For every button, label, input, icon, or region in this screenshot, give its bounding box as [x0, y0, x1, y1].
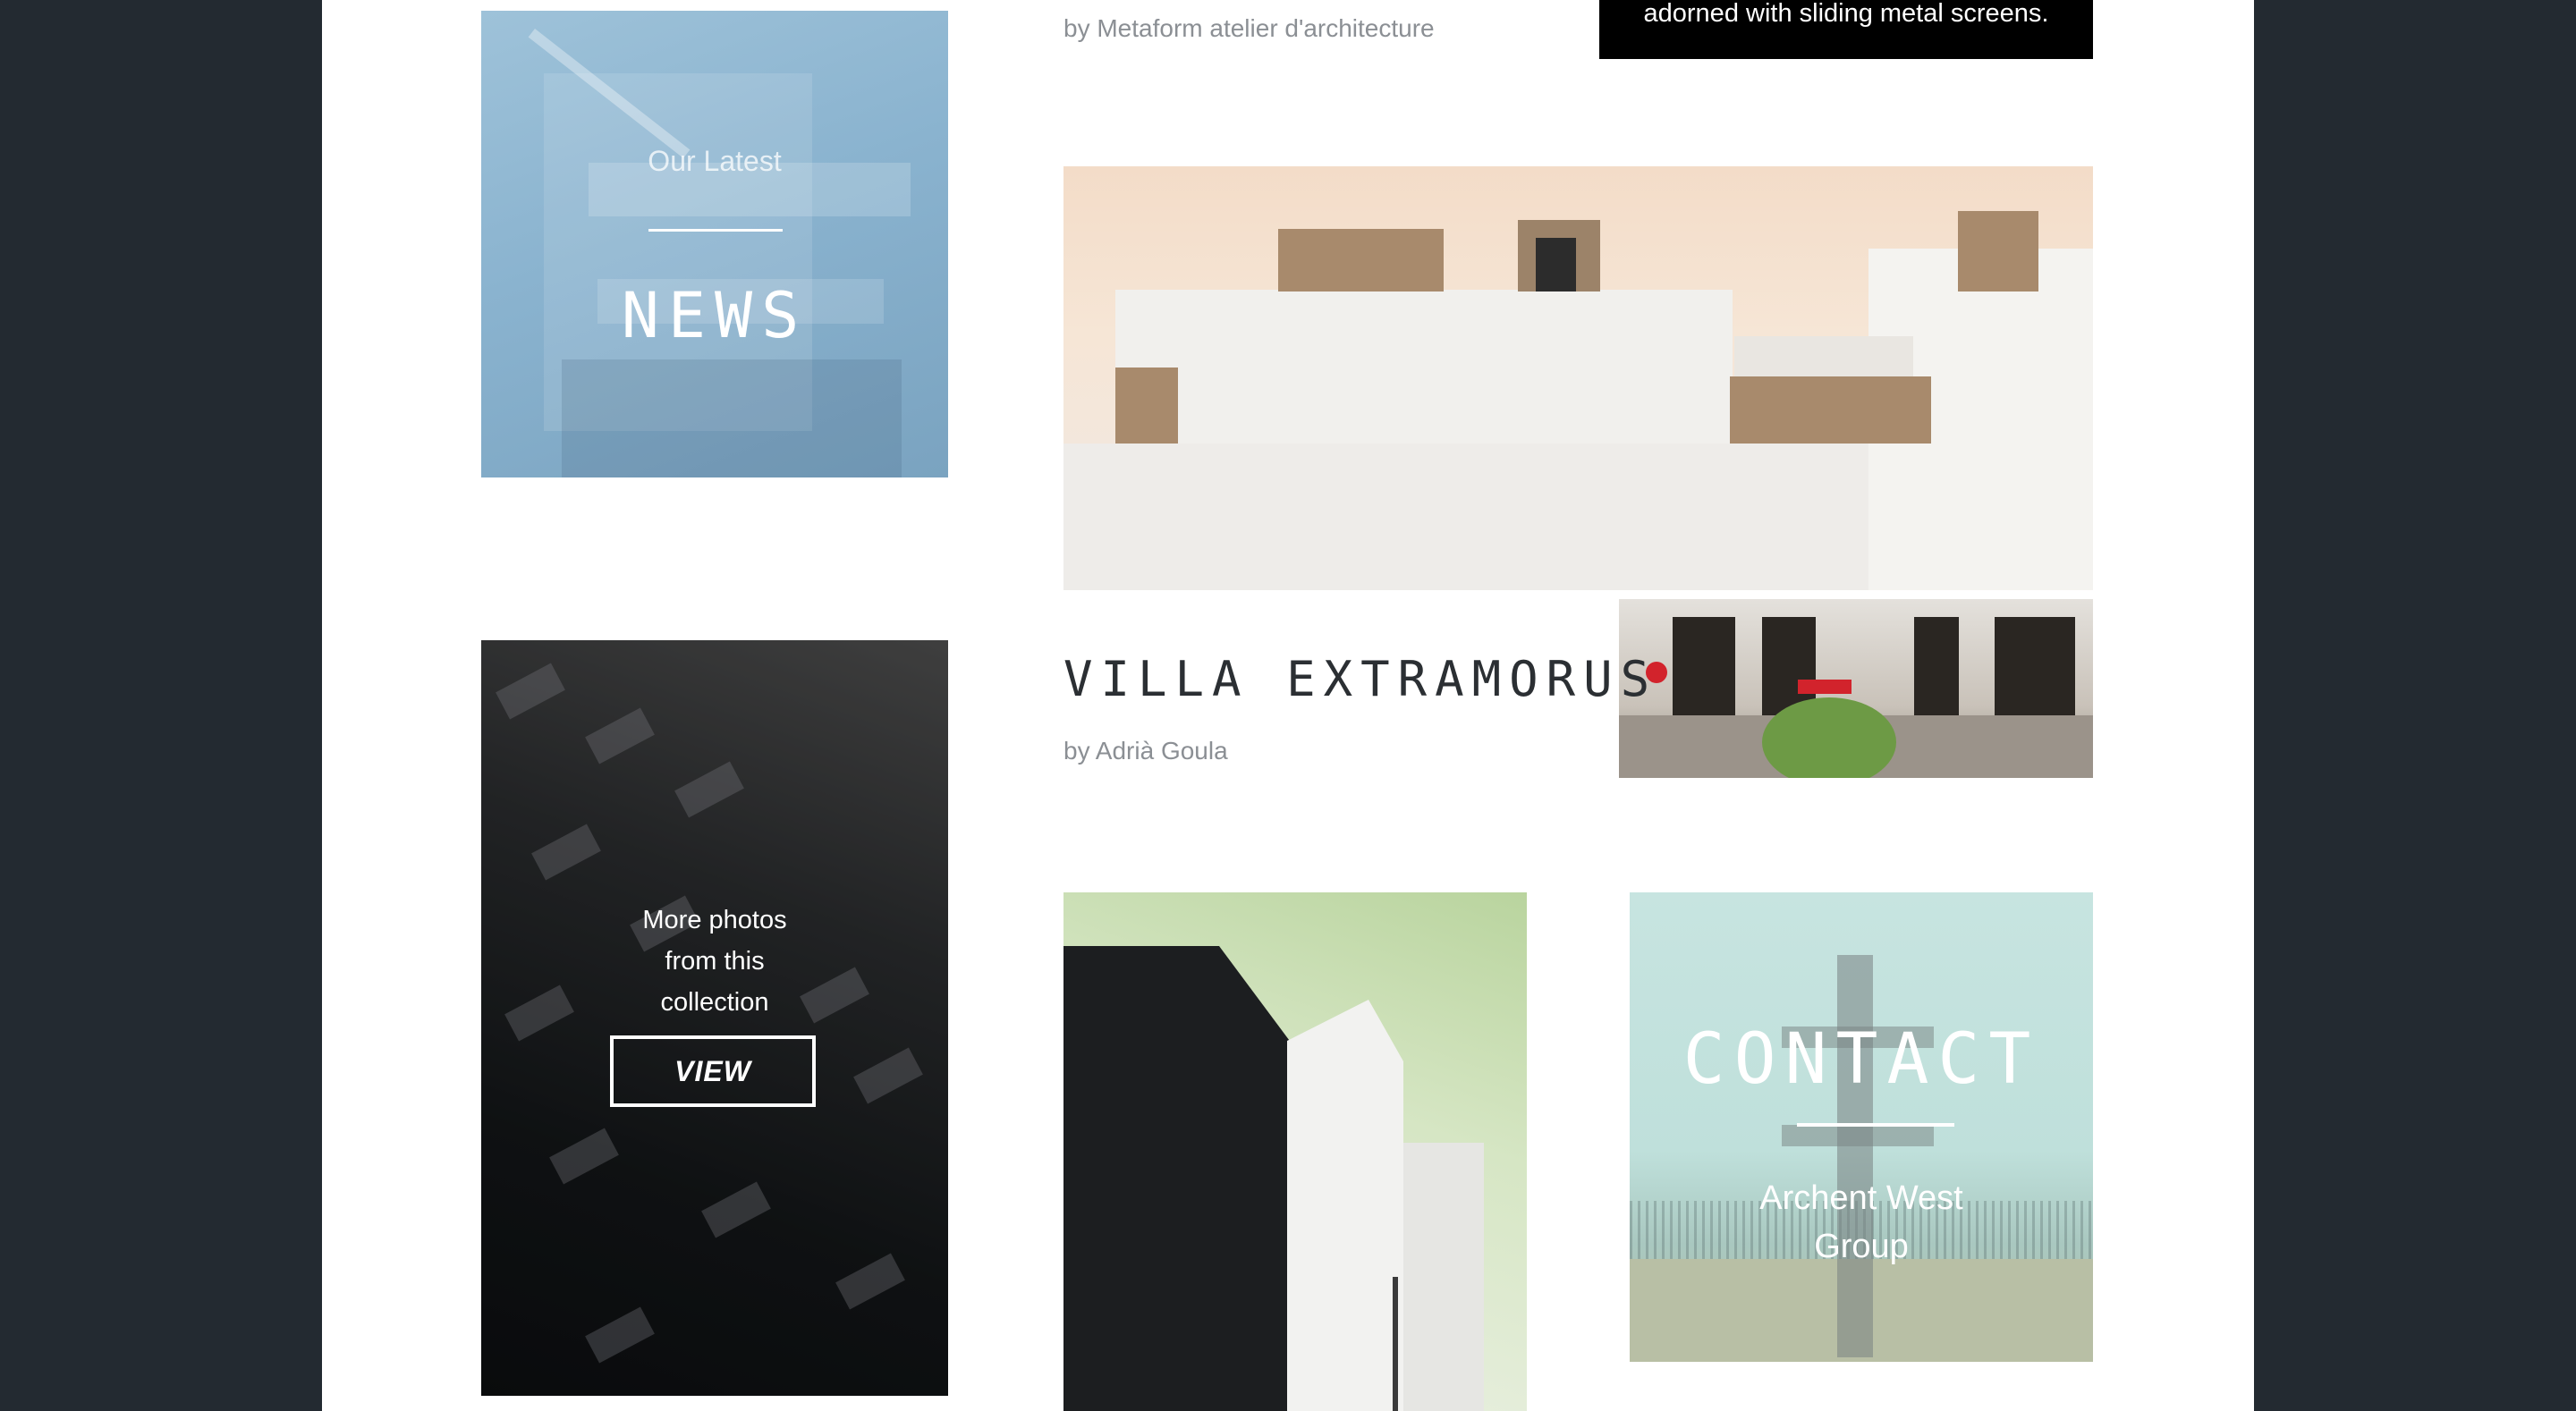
news-tile[interactable]: Our Latest NEWS [481, 11, 948, 477]
courtyard-glazing [1673, 617, 1735, 724]
courtyard-bush [1762, 697, 1896, 778]
project-description-text: adorned with sliding metal screens. [1643, 0, 2049, 28]
project-description-box: adorned with sliding metal screens. [1599, 0, 2093, 59]
view-button[interactable]: VIEW [610, 1035, 816, 1107]
building-wall [1287, 1000, 1403, 1411]
news-divider [648, 229, 783, 232]
project-byline: by Metaform atelier d'architecture [1063, 14, 1435, 42]
villa-cork-volume [1958, 211, 2038, 291]
villa-byline: by Adrià Goula [1063, 737, 1228, 765]
courtyard-glazing [1995, 617, 2075, 724]
collection-message: More photos from this collection [642, 906, 787, 1017]
building-wall [1403, 1143, 1484, 1411]
building-photo-tile[interactable] [1063, 892, 1527, 1411]
villa-cork-volume [1278, 229, 1444, 291]
building-facade [1063, 946, 1323, 1411]
courtyard-glazing [1914, 617, 1959, 724]
villa-cork-volume [1730, 376, 1931, 444]
contact-tower-deck [1782, 1125, 1934, 1146]
collection-tile: More photos from this collection VIEW [481, 640, 948, 1396]
news-building-base [562, 359, 902, 477]
villa-window [1536, 238, 1576, 291]
news-title: NEWS [621, 279, 809, 352]
contact-subtitle: Archent West Group [1759, 1179, 1963, 1265]
villa-hero-image[interactable] [1063, 166, 2093, 590]
villa-cork-volume [1115, 368, 1178, 444]
news-subtitle: Our Latest [648, 145, 782, 177]
page-content: Our Latest NEWS by Metaform atelier d'ar… [322, 0, 2254, 1411]
contact-tower [1837, 955, 1873, 1357]
contact-tile[interactable]: CONTACT Archent West Group [1630, 892, 2093, 1362]
street-lamp [1393, 1277, 1398, 1411]
villa-title[interactable]: VILLA EXTRAMORUS [1063, 651, 1657, 707]
contact-title: CONTACT [1682, 1019, 2040, 1100]
villa-courtyard-image[interactable] [1619, 599, 2093, 778]
courtyard-bench [1798, 680, 1852, 694]
contact-divider [1797, 1123, 1954, 1127]
